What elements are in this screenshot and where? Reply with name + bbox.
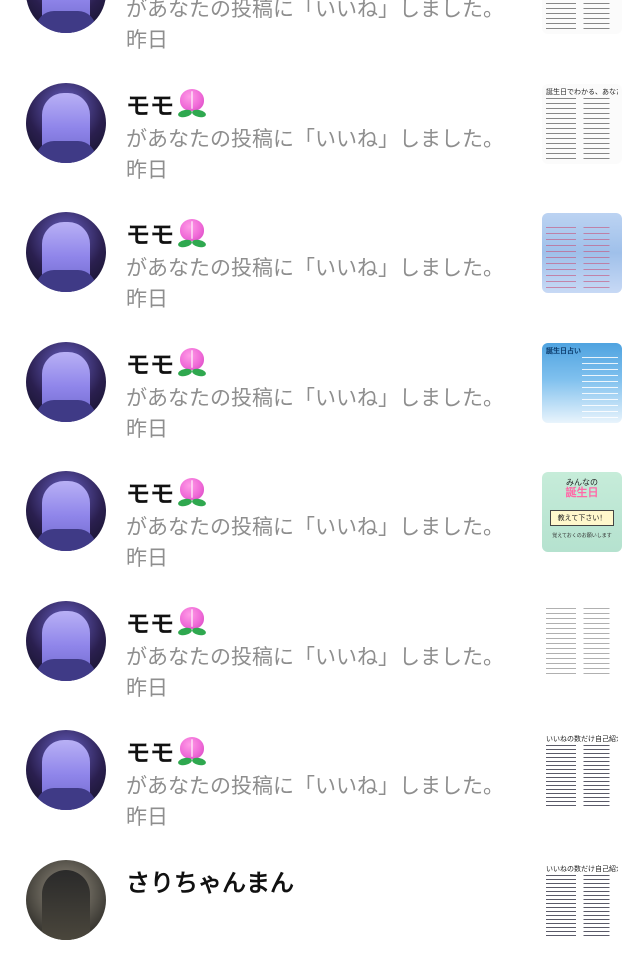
post-thumbnail[interactable]: 誕生日でわかる、あなたの素敵！！	[542, 84, 622, 164]
post-thumbnail[interactable]	[542, 213, 622, 293]
thumbnail-content	[546, 98, 618, 160]
thumbnail-title: 誕生日占い	[546, 347, 618, 355]
peach-icon	[178, 478, 206, 506]
user-name[interactable]: モモ	[126, 86, 206, 121]
user-name-text: モモ	[126, 215, 174, 250]
post-thumbnail[interactable]	[542, 602, 622, 682]
user-name-text: さりちゃんまん	[126, 863, 294, 898]
peach-icon	[178, 737, 206, 765]
user-name-text: モモ	[126, 474, 174, 509]
thumbnail-content	[546, 608, 618, 678]
thumbnail-content	[546, 0, 618, 30]
notification-time: 昨日	[126, 24, 168, 54]
peach-icon	[178, 607, 206, 635]
peach-icon	[178, 89, 206, 117]
thumbnail-title: みんなの 誕生日	[546, 478, 618, 499]
notification-message: があなたの投稿に「いいね」しました。	[126, 511, 504, 541]
user-avatar[interactable]	[26, 730, 106, 810]
user-name-text: モモ	[126, 733, 174, 768]
notification-message: があなたの投稿に「いいね」しました。	[126, 252, 504, 282]
post-thumbnail[interactable]	[542, 0, 622, 34]
post-thumbnail[interactable]: みんなの 誕生日 教えて下さい！ 覚えておくのお願いします	[542, 472, 622, 552]
peach-icon	[178, 348, 206, 376]
notification-item[interactable]: モモ があなたの投稿に「いいね」しました。 昨日 誕生日占い	[0, 325, 640, 455]
user-avatar[interactable]	[26, 471, 106, 551]
thumbnail-content	[546, 745, 618, 807]
notification-time: 昨日	[126, 801, 168, 831]
notification-message: があなたの投稿に「いいね」しました。	[126, 382, 504, 412]
notification-item[interactable]: モモ があなたの投稿に「いいね」しました。 昨日 誕生日でわかる、あなたの素敵！…	[0, 66, 640, 196]
notification-list: モモ があなたの投稿に「いいね」しました。 昨日 モモ があなたの投稿に「いいね…	[0, 0, 640, 972]
notification-time: 昨日	[126, 542, 168, 572]
notification-item[interactable]: モモ があなたの投稿に「いいね」しました。 昨日 いいねの数だけ自己紹介する	[0, 713, 640, 843]
post-thumbnail[interactable]: いいねの数だけ自己紹介する	[542, 861, 622, 941]
user-avatar[interactable]	[26, 601, 106, 681]
thumbnail-title-main: 誕生日	[566, 486, 599, 499]
user-name[interactable]: モモ	[126, 733, 206, 768]
user-avatar[interactable]	[26, 342, 106, 422]
thumbnail-content	[546, 227, 618, 289]
user-name-text: モモ	[126, 604, 174, 639]
thumbnail-title: 誕生日でわかる、あなたの素敵！！	[546, 88, 618, 96]
thumbnail-box-text: 教えて下さい！	[550, 510, 614, 526]
thumbnail-sub-text: 覚えておくのお願いします	[546, 532, 618, 539]
post-thumbnail[interactable]: 誕生日占い	[542, 343, 622, 423]
user-avatar[interactable]	[26, 0, 106, 33]
notification-message: があなたの投稿に「いいね」しました。	[126, 641, 504, 671]
notification-time: 昨日	[126, 283, 168, 313]
thumbnail-title: いいねの数だけ自己紹介する	[546, 735, 618, 743]
notification-message: があなたの投稿に「いいね」しました。	[126, 0, 504, 23]
user-name[interactable]: モモ	[126, 215, 206, 250]
notification-item[interactable]: モモ があなたの投稿に「いいね」しました。 昨日	[0, 584, 640, 714]
notification-item[interactable]: さりちゃんまん いいねの数だけ自己紹介する	[0, 843, 640, 972]
user-avatar[interactable]	[26, 860, 106, 940]
notification-message: があなたの投稿に「いいね」しました。	[126, 770, 504, 800]
notification-item[interactable]: モモ があなたの投稿に「いいね」しました。 昨日	[0, 195, 640, 325]
peach-icon	[178, 219, 206, 247]
user-name[interactable]: モモ	[126, 474, 206, 509]
user-name[interactable]: モモ	[126, 604, 206, 639]
notification-time: 昨日	[126, 413, 168, 443]
user-avatar[interactable]	[26, 212, 106, 292]
notification-time: 昨日	[126, 154, 168, 184]
user-avatar[interactable]	[26, 83, 106, 163]
post-thumbnail[interactable]: いいねの数だけ自己紹介する	[542, 731, 622, 811]
thumbnail-title: いいねの数だけ自己紹介する	[546, 865, 618, 873]
user-name[interactable]: さりちゃんまん	[126, 863, 294, 898]
notification-time: 昨日	[126, 672, 168, 702]
user-name[interactable]: モモ	[126, 345, 206, 380]
thumbnail-content	[582, 357, 618, 419]
user-name-text: モモ	[126, 345, 174, 380]
user-name-text: モモ	[126, 86, 174, 121]
notification-message: があなたの投稿に「いいね」しました。	[126, 123, 504, 153]
notification-item[interactable]: モモ があなたの投稿に「いいね」しました。 昨日 みんなの 誕生日 教えて下さい…	[0, 454, 640, 584]
notification-item[interactable]: モモ があなたの投稿に「いいね」しました。 昨日	[0, 0, 640, 66]
thumbnail-content	[546, 875, 618, 937]
